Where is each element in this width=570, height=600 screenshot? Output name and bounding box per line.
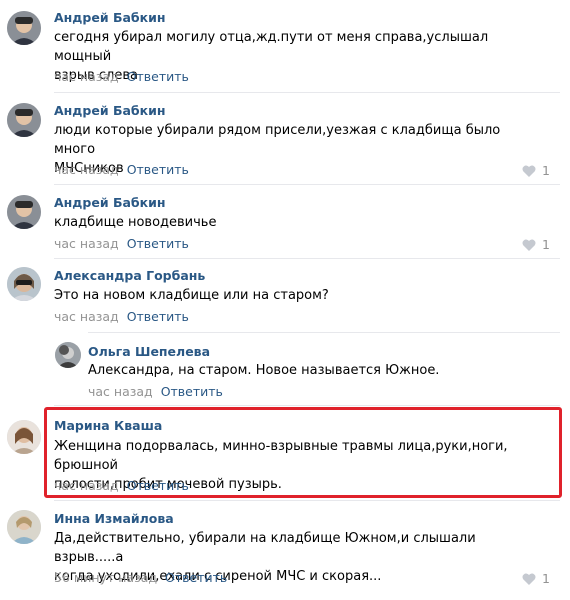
- reply-link[interactable]: Ответить: [161, 384, 223, 399]
- avatar[interactable]: [7, 510, 41, 544]
- avatar[interactable]: [7, 11, 41, 45]
- comment-time[interactable]: час назад: [54, 309, 119, 324]
- reply-link[interactable]: Ответить: [127, 69, 189, 84]
- reply-link[interactable]: Ответить: [127, 236, 189, 251]
- comment-author[interactable]: Марина Кваша: [54, 418, 162, 433]
- comment-meta: час назад Ответить: [88, 384, 223, 399]
- reply-link[interactable]: Ответить: [165, 570, 227, 585]
- comment-time[interactable]: час назад: [54, 69, 119, 84]
- comment-text-line: Да,действительно, убирали на кладбище Юж…: [54, 531, 476, 565]
- reply-link[interactable]: Ответить: [127, 478, 189, 493]
- comment-author[interactable]: Андрей Бабкин: [54, 10, 166, 25]
- comment-time[interactable]: час назад: [54, 236, 119, 251]
- reply-link[interactable]: Ответить: [127, 309, 189, 324]
- comment-text-line: Женщина подорвалась, минно-взрывные трав…: [54, 439, 508, 473]
- comment-text: кладбище новодевичье: [54, 213, 534, 232]
- comment-time[interactable]: час назад: [54, 162, 119, 177]
- comment: Александра Горбань Это на новом кладбище…: [0, 259, 570, 332]
- avatar[interactable]: [55, 342, 81, 368]
- heart-icon: [522, 239, 536, 251]
- comment-text-line: Это на новом кладбище или на старом?: [54, 288, 329, 303]
- heart-icon: [522, 165, 536, 177]
- comment-author[interactable]: Александра Горбань: [54, 268, 205, 283]
- comment-text: Александра, на старом. Новое называется …: [88, 361, 568, 380]
- comment-meta: 56 минут назад Ответить: [54, 570, 227, 585]
- comment-meta: час назад Ответить: [54, 309, 189, 324]
- comment-author[interactable]: Андрей Бабкин: [54, 195, 166, 210]
- comment-meta: час назад Ответить: [54, 69, 189, 84]
- like-button[interactable]: 1: [522, 163, 550, 178]
- avatar[interactable]: [7, 420, 41, 454]
- like-count: 1: [542, 163, 550, 178]
- comment: Инна Измайлова Да,действительно, убирали…: [0, 501, 570, 596]
- comment-author[interactable]: Андрей Бабкин: [54, 103, 166, 118]
- comment-author[interactable]: Инна Измайлова: [54, 511, 174, 526]
- comment-time[interactable]: час назад: [54, 478, 119, 493]
- comment-time[interactable]: час назад: [88, 384, 153, 399]
- comment-meta: час назад Ответить: [54, 162, 189, 177]
- avatar[interactable]: [7, 267, 41, 301]
- comment-reply: Ольга Шепелева Александра, на старом. Но…: [0, 333, 570, 405]
- comment: Андрей Бабкин сегодня убирал могилу отца…: [0, 0, 570, 90]
- like-count: 1: [542, 237, 550, 252]
- comment-text-line: сегодня убирал могилу отца,жд.пути от ме…: [54, 30, 489, 64]
- comment-meta: час назад Ответить: [54, 478, 189, 493]
- like-count: 1: [542, 571, 550, 586]
- comment-meta: час назад Ответить: [54, 236, 189, 251]
- comment: Марина Кваша Женщина подорвалась, минно-…: [0, 406, 570, 498]
- avatar[interactable]: [7, 195, 41, 229]
- comment: Андрей Бабкин люди которые убирали рядом…: [0, 93, 570, 183]
- like-button[interactable]: 1: [522, 571, 550, 586]
- comment-author[interactable]: Ольга Шепелева: [88, 344, 210, 359]
- comment-time[interactable]: 56 минут назад: [54, 570, 157, 585]
- comment-text: Это на новом кладбище или на старом?: [54, 286, 534, 305]
- comment-text-line: кладбище новодевичье: [54, 215, 217, 230]
- like-button[interactable]: 1: [522, 237, 550, 252]
- reply-link[interactable]: Ответить: [127, 162, 189, 177]
- comment-text-line: Александра, на старом. Новое называется …: [88, 363, 440, 378]
- avatar[interactable]: [7, 103, 41, 137]
- heart-icon: [522, 573, 536, 585]
- comment-text-line: люди которые убирали рядом присели,уезжа…: [54, 123, 501, 157]
- comment: Андрей Бабкин кладбище новодевичье час н…: [0, 185, 570, 258]
